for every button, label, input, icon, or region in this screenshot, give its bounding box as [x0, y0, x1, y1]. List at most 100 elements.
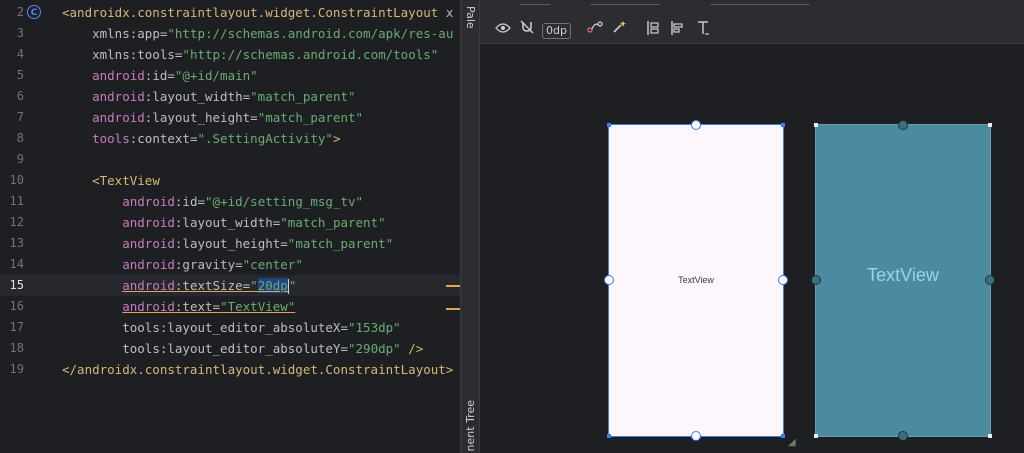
code-token: xmlns:tools=: [92, 47, 183, 62]
code-text: tools:layout_editor_absoluteY="290dp" />: [62, 338, 423, 359]
code-line[interactable]: 5 android:id="@+id/main": [0, 65, 460, 86]
code-line[interactable]: 19 </androidx.constraintlayout.widget.Con…: [0, 359, 460, 380]
line-number: 4: [16, 47, 24, 61]
resize-corner[interactable]: [814, 123, 818, 127]
toolbar-divider: [520, 4, 550, 5]
layout-design-surface[interactable]: 0dp TextView TextView ◢: [480, 0, 1024, 453]
line-number: 11: [9, 194, 24, 208]
line-number: 19: [9, 362, 24, 376]
code-token: >: [332, 131, 341, 146]
line-number: 18: [9, 341, 24, 355]
resize-grip-icon[interactable]: ◢: [788, 437, 796, 448]
textview-design-label[interactable]: TextView: [816, 265, 990, 286]
palette-tab[interactable]: Pale: [464, 6, 477, 29]
code-line[interactable]: 18 tools:layout_editor_absoluteY="290dp"…: [0, 338, 460, 359]
resize-corner[interactable]: [814, 434, 818, 438]
code-token: android: [92, 68, 145, 83]
code-token: :context=: [129, 131, 198, 146]
code-token: "match_parent": [257, 110, 364, 125]
line-number: 5: [16, 68, 24, 82]
code-line[interactable]: 4 xmlns:tools="http://schemas.android.co…: [0, 44, 460, 65]
code-token: :text=: [174, 299, 221, 314]
code-token: "center": [242, 257, 303, 272]
code-token: <androidx.constraintlayout.widget.Constr…: [62, 5, 446, 20]
magnet-off-icon[interactable]: [518, 20, 536, 40]
code-line[interactable]: 9: [0, 149, 460, 170]
code-token: "TextView": [220, 299, 296, 314]
warning-marker[interactable]: [446, 285, 460, 287]
default-margin-field[interactable]: 0dp: [542, 23, 571, 39]
side-tool-strip: Pale nent Tree: [460, 0, 480, 453]
code-token: :layout_height=: [174, 236, 288, 251]
code-token: x: [445, 5, 454, 20]
guideline-icon[interactable]: [694, 20, 712, 40]
code-line[interactable]: 7 android:layout_height="match_parent": [0, 107, 460, 128]
line-number: 9: [16, 152, 24, 166]
code-text: android:id="@+id/main": [62, 65, 258, 86]
code-text: </androidx.constraintlayout.widget.Const…: [62, 359, 453, 380]
line-number: 2: [16, 5, 24, 19]
code-token: android: [122, 299, 175, 314]
code-line[interactable]: 2 C <androidx.constraintlayout.widget.Cons…: [0, 2, 460, 23]
resize-corner[interactable]: [781, 123, 785, 127]
xml-code-editor[interactable]: 2 C <androidx.constraintlayout.widget.Cons…: [0, 0, 460, 453]
code-text: android:text="TextView": [62, 296, 295, 317]
code-token: 20dp: [257, 278, 288, 293]
code-line[interactable]: 3 xmlns:app="http://schemas.android.com/…: [0, 23, 460, 44]
code-token: ": [250, 278, 258, 293]
code-text: android:layout_height="match_parent": [62, 107, 363, 128]
code-token: :id=: [144, 68, 175, 83]
code-token: android: [122, 236, 175, 251]
code-line[interactable]: 11 android:id="@+id/setting_msg_tv": [0, 191, 460, 212]
code-line[interactable]: 10 <TextView: [0, 170, 460, 191]
resize-corner[interactable]: [988, 123, 992, 127]
code-line[interactable]: 6 android:layout_width="match_parent": [0, 86, 460, 107]
code-token: ".SettingActivity": [197, 131, 333, 146]
code-token: "@+id/main": [174, 68, 258, 83]
code-line[interactable]: 14 android:gravity="center": [0, 254, 460, 275]
code-token: android: [92, 110, 145, 125]
toolbar-divider: [590, 4, 660, 5]
code-token: :textSize=: [174, 278, 251, 293]
bottom-constraint-handle[interactable]: [898, 431, 908, 441]
code-line[interactable]: 15 android:textSize="20dp": [0, 275, 460, 296]
pack-icon[interactable]: [644, 20, 662, 40]
align-icon[interactable]: [668, 20, 686, 40]
resize-corner[interactable]: [781, 434, 785, 438]
eye-icon[interactable]: [494, 20, 512, 40]
blueprint-device-frame[interactable]: TextView: [604, 120, 788, 441]
design-device-frame[interactable]: TextView: [811, 120, 995, 441]
code-token: </androidx.constraintlayout.widget.Const…: [62, 362, 454, 377]
code-line[interactable]: 8 tools:context=".SettingActivity">: [0, 128, 460, 149]
code-token: android: [92, 89, 145, 104]
code-line[interactable]: 12 android:layout_width="match_parent": [0, 212, 460, 233]
code-token: :gravity=: [174, 257, 243, 272]
resize-corner[interactable]: [607, 123, 611, 127]
code-line[interactable]: 13 android:layout_height="match_parent": [0, 233, 460, 254]
line-number: 15: [9, 278, 24, 292]
code-token: ": [288, 278, 297, 293]
code-token: "153dp": [348, 320, 401, 335]
code-token: <TextView: [92, 173, 160, 188]
textview-preview-label[interactable]: TextView: [609, 275, 783, 285]
infer-constraints-icon[interactable]: [586, 20, 604, 40]
resize-corner[interactable]: [988, 434, 992, 438]
top-constraint-handle[interactable]: [898, 120, 908, 130]
code-line[interactable]: 16 android:text="TextView": [0, 296, 460, 317]
code-text: android:id="@+id/setting_msg_tv": [62, 191, 363, 212]
component-tree-tab[interactable]: nent Tree: [464, 400, 477, 451]
resize-corner[interactable]: [607, 434, 611, 438]
code-token: "http://schemas.android.com/apk/res-au: [167, 26, 454, 41]
bottom-constraint-handle[interactable]: [691, 431, 701, 441]
class-gutter-icon[interactable]: C: [27, 5, 41, 19]
top-constraint-handle[interactable]: [691, 120, 701, 130]
magic-wand-icon[interactable]: [610, 20, 628, 40]
warning-marker[interactable]: [446, 308, 460, 310]
code-line[interactable]: 17 tools:layout_editor_absoluteX="153dp": [0, 317, 460, 338]
